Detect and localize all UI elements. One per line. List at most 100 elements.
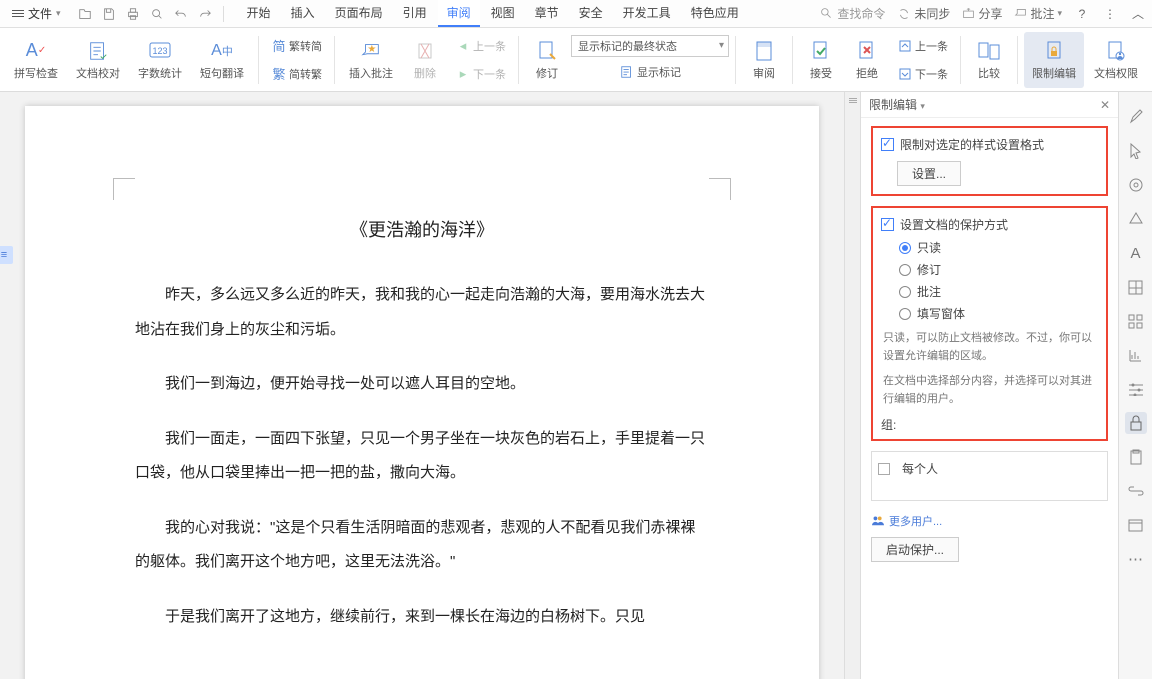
margin-corner [709, 178, 731, 200]
shape-icon[interactable] [1125, 208, 1147, 230]
clipboard-icon[interactable] [1125, 446, 1147, 468]
delete-comment-button[interactable]: 删除 [403, 32, 447, 88]
trad-icon: 繁 [271, 66, 287, 82]
doc-permission-button[interactable]: 文档权限 [1086, 32, 1146, 88]
window-icon[interactable] [1125, 514, 1147, 536]
open-icon[interactable] [77, 6, 93, 22]
restrict-format-checkbox[interactable]: 限制对选定的样式设置格式 [881, 136, 1098, 153]
markup-display-select[interactable]: 显示标记的最终状态 [571, 35, 729, 57]
next-icon: ▸ [455, 66, 471, 82]
mode-form[interactable]: 填写窗体 [899, 305, 1098, 322]
tab-layout[interactable]: 页面布局 [326, 0, 392, 27]
undo-icon[interactable] [173, 6, 189, 22]
highlight-box-1: 限制对选定的样式设置格式 设置... [871, 126, 1108, 196]
simp-to-trad-button[interactable]: 繁 简转繁 [265, 61, 328, 87]
lock-icon [1042, 39, 1066, 63]
wordcount-button[interactable]: 123 字数统计 [130, 32, 190, 88]
apps-icon[interactable] [1125, 310, 1147, 332]
prev-comment-button[interactable]: ◂上一条 [449, 33, 512, 59]
hint-text: 只读，可以防止文档被修改。不过，你可以设置允许编辑的区域。 [883, 330, 1098, 365]
spellcheck-button[interactable]: A✓ 拼写检查 [6, 32, 66, 88]
workspace: ≡ 《更浩瀚的海洋》 昨天，多么远又多么近的昨天，我和我的心一起走向浩瀚的大海，… [0, 92, 1152, 679]
collapse-icon[interactable]: ︿ [1130, 6, 1146, 22]
target-icon[interactable] [1125, 174, 1147, 196]
trad-to-simp-button[interactable]: 简 繁转简 [265, 33, 328, 59]
accept-button[interactable]: 接受 [799, 32, 843, 88]
translate-icon: A中 [210, 39, 234, 63]
start-protect-button[interactable]: 启动保护... [871, 537, 959, 562]
tab-apps[interactable]: 特色应用 [682, 0, 748, 27]
mode-track[interactable]: 修订 [899, 261, 1098, 278]
svg-text:123: 123 [152, 46, 167, 56]
simp-icon: 简 [271, 38, 287, 54]
help-icon[interactable]: ? [1074, 6, 1090, 22]
page-indicator-icon[interactable]: ≡ [0, 246, 13, 264]
file-menu[interactable]: 文件 ▾ [6, 3, 67, 24]
tab-start[interactable]: 开始 [238, 0, 280, 27]
share-button[interactable]: 分享 [962, 5, 1002, 22]
tab-ref[interactable]: 引用 [394, 0, 436, 27]
protect-mode-checkbox[interactable]: 设置文档的保护方式 [881, 216, 1098, 233]
track-changes-button[interactable]: 修订 [525, 32, 569, 88]
tab-chapter[interactable]: 章节 [526, 0, 568, 27]
cursor-icon[interactable] [1125, 140, 1147, 162]
translate-button[interactable]: A中 短句翻译 [192, 32, 252, 88]
ribbon: A✓ 拼写检查 文档校对 123 字数统计 A中 短句翻译 简 繁转简 繁 简转… [0, 28, 1152, 92]
command-search[interactable]: 查找命令 [820, 5, 885, 22]
tab-dev[interactable]: 开发工具 [614, 0, 680, 27]
brush-icon[interactable] [1125, 106, 1147, 128]
settings-button[interactable]: 设置... [897, 161, 961, 186]
proofread-icon [86, 39, 110, 63]
show-markup-button[interactable]: 显示标记 [571, 59, 729, 85]
checkbox-icon [878, 463, 890, 475]
close-icon[interactable]: ✕ [1100, 98, 1110, 112]
preview-icon[interactable] [149, 6, 165, 22]
compare-button[interactable]: 比较 [967, 32, 1011, 88]
text-style-icon[interactable]: A [1125, 242, 1147, 264]
sync-status[interactable]: 未同步 [897, 5, 950, 22]
tab-insert[interactable]: 插入 [282, 0, 324, 27]
next-comment-button[interactable]: ▸下一条 [449, 61, 512, 87]
spellcheck-icon: A✓ [24, 39, 48, 63]
hint-text: 在文档中选择部分内容，并选择可以对其进行编辑的用户。 [883, 373, 1098, 408]
compare-icon [977, 39, 1001, 63]
ribbon-tabs: 开始 插入 页面布局 引用 审阅 视图 章节 安全 开发工具 特色应用 [238, 0, 748, 27]
tab-review[interactable]: 审阅 [438, 0, 480, 27]
save-icon[interactable] [101, 6, 117, 22]
tab-security[interactable]: 安全 [570, 0, 612, 27]
review-pane-button[interactable]: 审阅 [742, 32, 786, 88]
comment-button[interactable]: 批注 ▾ [1014, 5, 1062, 22]
more-icon[interactable]: ⋮ [1102, 6, 1118, 22]
radio-icon [899, 308, 911, 320]
chart-icon[interactable] [1125, 344, 1147, 366]
review-pane-icon [752, 39, 776, 63]
up-icon [897, 38, 913, 54]
tab-view[interactable]: 视图 [482, 0, 524, 27]
more-strip-icon[interactable]: ⋯ [1125, 548, 1147, 570]
prev-change-button[interactable]: 上一条 [891, 33, 954, 59]
print-icon[interactable] [125, 6, 141, 22]
search-placeholder: 查找命令 [837, 5, 885, 22]
redo-icon[interactable] [197, 6, 213, 22]
grid-icon[interactable] [1125, 276, 1147, 298]
link-icon[interactable] [1125, 480, 1147, 502]
restrict-edit-button[interactable]: 限制编辑 [1024, 32, 1084, 88]
sliders-icon[interactable] [1125, 378, 1147, 400]
show-markup-icon [619, 64, 635, 80]
next-change-button[interactable]: 下一条 [891, 61, 954, 87]
accept-icon [809, 39, 833, 63]
mode-comment[interactable]: 批注 [899, 283, 1098, 300]
lock-strip-icon[interactable] [1125, 412, 1147, 434]
more-users-link[interactable]: 更多用户... [871, 513, 1108, 529]
vertical-scrollbar[interactable] [844, 92, 860, 679]
mode-readonly[interactable]: 只读 [899, 239, 1098, 256]
reject-icon [855, 39, 879, 63]
paragraph: 我们一面走，一面四下张望，只见一个男子坐在一块灰色的岩石上，手里提着一只口袋，他… [135, 422, 709, 491]
insert-comment-button[interactable]: ★ 插入批注 [341, 32, 401, 88]
everyone-checkbox[interactable]: 每个人 [878, 460, 1101, 477]
proofread-button[interactable]: 文档校对 [68, 32, 128, 88]
checkbox-icon [881, 138, 894, 151]
file-label: 文件 [28, 5, 52, 22]
wordcount-icon: 123 [148, 39, 172, 63]
reject-button[interactable]: 拒绝 [845, 32, 889, 88]
